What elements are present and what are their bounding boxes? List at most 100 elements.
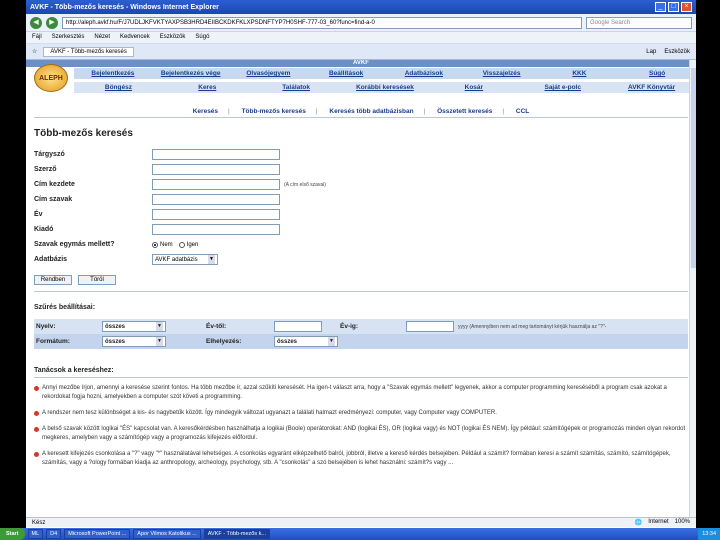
- language-select[interactable]: összes ▼: [102, 321, 166, 332]
- tools-menu[interactable]: Eszközök: [664, 49, 690, 55]
- bullet-icon: [34, 427, 39, 432]
- opac-header: AVKF ALEPH Bejelentkezés Bejelentkezés v…: [26, 60, 696, 96]
- year-to-label: Év-ig:: [340, 323, 359, 330]
- minimize-button[interactable]: _: [655, 2, 666, 12]
- menu-tools[interactable]: Eszközök: [160, 34, 186, 41]
- zoom-level[interactable]: 100%: [675, 519, 690, 526]
- search-type-nav: Keresés | Több-mezős keresés | Keresés töb…: [192, 108, 530, 115]
- divider: [34, 117, 688, 118]
- tips-list: Annyi mezőbe írjon, amennyi a keresése s…: [34, 384, 688, 468]
- publisher-input[interactable]: [152, 224, 280, 235]
- tip-item: A belső szavak között logikai "ÉS" kapcs…: [34, 425, 688, 443]
- taskbar-item[interactable]: Microsoft PowerPoint ...: [64, 529, 131, 539]
- nav-search[interactable]: Keres: [163, 82, 252, 93]
- menu-view[interactable]: Nézet: [94, 34, 110, 41]
- nav-results[interactable]: Találatok: [252, 82, 341, 93]
- menu-favorites[interactable]: Kedvencek: [120, 34, 150, 41]
- forward-arrow-icon[interactable]: ▶: [46, 16, 58, 29]
- back-arrow-icon[interactable]: ◀: [30, 16, 42, 29]
- nav-library[interactable]: AVKF Könyvtár: [607, 82, 696, 93]
- browser-window: AVKF - Több-mezős keresés - Windows Inte…: [26, 0, 696, 540]
- nav-basket[interactable]: Kosár: [429, 82, 518, 93]
- clear-button[interactable]: Töröl: [78, 275, 116, 285]
- nav-logout[interactable]: Bejelentkezés vége: [152, 68, 230, 79]
- year-from-input[interactable]: [274, 321, 322, 332]
- language-label: Nyelv:: [36, 323, 56, 330]
- page-menu[interactable]: Lap: [646, 49, 656, 55]
- title-words-input[interactable]: [152, 194, 280, 205]
- format-label: Formátum:: [36, 338, 70, 345]
- nav-databases[interactable]: Adatbázisok: [385, 68, 463, 79]
- taskbar-item[interactable]: Apor Vilmos Katolikus ...: [133, 529, 201, 539]
- divider: [34, 291, 688, 292]
- nav-reader-card[interactable]: Olvasójegyem: [230, 68, 308, 79]
- adjacency-no-radio[interactable]: Nem: [152, 241, 173, 248]
- tip-item: Annyi mezőbe írjon, amennyi a keresése s…: [34, 384, 688, 402]
- bullet-icon: [34, 411, 39, 416]
- year-hint: yyyy (Amennyiben nem ad meg tartományt k…: [458, 323, 607, 330]
- tab-bar: ☆ AVKF - Több-mezős keresés Lap Eszközök: [26, 44, 696, 60]
- second-nav-row: Böngész Keres Találatok Korábbi keresése…: [74, 82, 696, 93]
- status-text: Kész: [32, 519, 46, 526]
- menu-help[interactable]: Súgó: [195, 34, 209, 41]
- header-band: AVKF: [26, 60, 696, 67]
- vertical-scrollbar[interactable]: [689, 60, 696, 523]
- star-icon[interactable]: ☆: [32, 48, 37, 55]
- menu-file[interactable]: Fájl: [32, 34, 42, 41]
- taskbar-item[interactable]: ML: [27, 529, 44, 539]
- nav-login[interactable]: Bejelentkezés: [74, 68, 152, 79]
- zone-text: Internet: [648, 519, 669, 525]
- subnav-basic[interactable]: Keresés: [193, 108, 218, 115]
- nav-browse[interactable]: Böngész: [74, 82, 163, 93]
- field-label-subject: Tárgyszó: [34, 151, 65, 158]
- nav-history[interactable]: Korábbi keresések: [341, 82, 430, 93]
- nav-feedback[interactable]: Visszajelzés: [463, 68, 541, 79]
- filter-title: Szűrés beállításai:: [34, 304, 96, 311]
- scrollbar-thumb[interactable]: [691, 68, 696, 268]
- subject-input[interactable]: [152, 149, 280, 160]
- nav-eshelf[interactable]: Saját e-polc: [518, 82, 607, 93]
- maximize-button[interactable]: □: [668, 2, 679, 12]
- year-input[interactable]: [152, 209, 280, 220]
- menu-edit[interactable]: Szerkesztés: [52, 34, 85, 41]
- close-button[interactable]: ×: [681, 2, 692, 12]
- globe-icon: 🌐: [634, 520, 643, 526]
- menu-bar: Fájl Szerkesztés Nézet Kedvencek Eszközö…: [26, 32, 696, 44]
- ok-button[interactable]: Rendben: [34, 275, 72, 285]
- search-input[interactable]: Google Search: [586, 16, 692, 29]
- start-button[interactable]: Start: [0, 528, 25, 540]
- subnav-multibase[interactable]: Keresés több adatbázisban: [329, 108, 413, 115]
- year-to-input[interactable]: [406, 321, 454, 332]
- field-label-title-start: Cím kezdete: [34, 181, 75, 188]
- tab-current[interactable]: AVKF - Több-mezős keresés: [43, 46, 134, 57]
- chevron-down-icon: ▼: [208, 255, 215, 264]
- subnav-advanced[interactable]: Összetett keresés: [437, 108, 492, 115]
- tips-title: Tanácsok a kereséshez:: [34, 367, 114, 374]
- url-input[interactable]: http://aleph.avkf.hu/F/J7UDLJKFVKTYAXPSB…: [62, 16, 582, 29]
- bullet-icon: [34, 452, 39, 457]
- author-input[interactable]: [152, 164, 280, 175]
- field-label-publisher: Kiadó: [34, 226, 54, 233]
- top-nav-row: Bejelentkezés Bejelentkezés vége Olvasój…: [74, 68, 696, 79]
- taskbar-item[interactable]: D4: [46, 529, 62, 539]
- format-select[interactable]: összes ▼: [102, 336, 166, 347]
- subnav-multifield[interactable]: Több-mezős keresés: [242, 108, 306, 115]
- database-select[interactable]: AVKF adatbázis ▼: [152, 254, 218, 265]
- location-select[interactable]: összes ▼: [274, 336, 338, 347]
- subnav-ccl[interactable]: CCL: [516, 108, 529, 115]
- nav-settings[interactable]: Beállítások: [307, 68, 385, 79]
- nav-faq[interactable]: KKK: [541, 68, 619, 79]
- chevron-down-icon: ▼: [156, 322, 163, 331]
- taskbar-item-active[interactable]: AVKF - Több-mezős k...: [203, 529, 270, 539]
- adjacency-yes-radio[interactable]: Igen: [178, 241, 198, 248]
- field-label-year: Év: [34, 211, 43, 218]
- nav-help[interactable]: Súgó: [618, 68, 696, 79]
- field-label-title-words: Cím szavak: [34, 196, 73, 203]
- page-title: Több-mezős keresés: [34, 128, 133, 139]
- title-start-input[interactable]: [152, 179, 280, 190]
- tip-item: A keresett kifejezés csonkolása a "?" va…: [34, 450, 688, 468]
- aleph-logo[interactable]: ALEPH: [34, 64, 68, 92]
- status-bar: Kész 🌐 Internet 100%: [26, 517, 696, 527]
- window-title: AVKF - Több-mezős keresés - Windows Inte…: [30, 3, 219, 11]
- page-content: AVKF ALEPH Bejelentkezés Bejelentkezés v…: [26, 60, 696, 523]
